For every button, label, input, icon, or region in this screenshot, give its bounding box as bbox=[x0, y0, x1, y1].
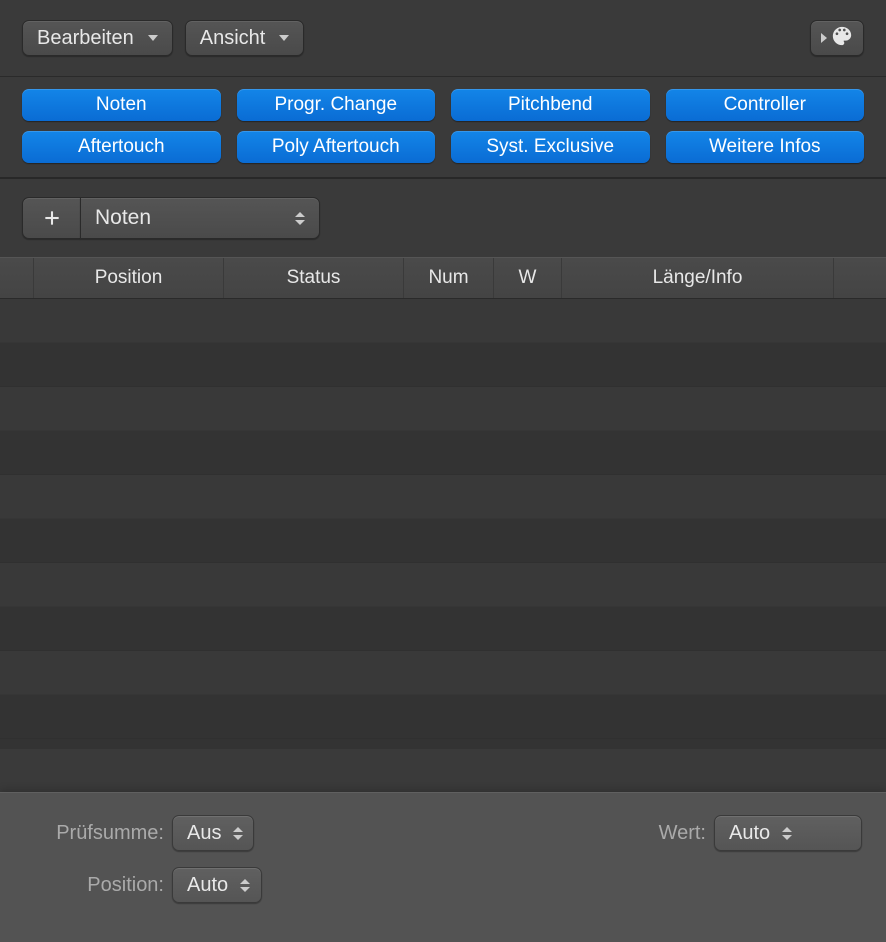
edit-menu-label: Bearbeiten bbox=[37, 27, 134, 50]
checksum-label: Prüfsumme: bbox=[24, 822, 164, 845]
plus-icon bbox=[42, 208, 62, 228]
filter-progr-change[interactable]: Progr. Change bbox=[237, 89, 436, 121]
table-header: Position Status Num W Länge/Info bbox=[0, 257, 886, 299]
updown-icon bbox=[782, 827, 792, 840]
filter-syst-exclusive[interactable]: Syst. Exclusive bbox=[451, 131, 650, 163]
chevron-right-icon bbox=[821, 33, 827, 43]
table-header-num[interactable]: Num bbox=[404, 258, 494, 298]
table-row[interactable] bbox=[0, 475, 886, 519]
color-palette-button[interactable] bbox=[810, 20, 864, 56]
add-event-section: Noten bbox=[0, 179, 886, 257]
table-row[interactable] bbox=[0, 387, 886, 431]
table-header-length[interactable]: Länge/Info bbox=[562, 258, 834, 298]
updown-icon bbox=[295, 212, 305, 225]
chevron-down-icon bbox=[279, 35, 289, 41]
table-header-position[interactable]: Position bbox=[34, 258, 224, 298]
view-menu[interactable]: Ansicht bbox=[185, 20, 305, 56]
table-row[interactable] bbox=[0, 695, 886, 739]
event-filter-section: Noten Progr. Change Pitchbend Controller… bbox=[0, 77, 886, 179]
table-row[interactable] bbox=[0, 519, 886, 563]
position-value: Auto bbox=[187, 874, 228, 897]
value-select[interactable]: Auto bbox=[714, 815, 862, 851]
top-toolbar: Bearbeiten Ansicht bbox=[0, 0, 886, 77]
value-value: Auto bbox=[729, 822, 770, 845]
event-type-select[interactable]: Noten bbox=[80, 197, 320, 239]
filter-pitchbend[interactable]: Pitchbend bbox=[451, 89, 650, 121]
table-header-checkbox[interactable] bbox=[0, 258, 34, 298]
table-row[interactable] bbox=[0, 563, 886, 607]
event-type-label: Noten bbox=[95, 206, 295, 230]
updown-icon bbox=[240, 879, 250, 892]
view-menu-label: Ansicht bbox=[200, 27, 266, 50]
table-header-w[interactable]: W bbox=[494, 258, 562, 298]
checksum-value: Aus bbox=[187, 822, 221, 845]
table-header-status[interactable]: Status bbox=[224, 258, 404, 298]
add-event-button[interactable] bbox=[22, 197, 80, 239]
value-label: Wert: bbox=[659, 822, 706, 845]
table-row[interactable] bbox=[0, 607, 886, 651]
filter-aftertouch[interactable]: Aftertouch bbox=[22, 131, 221, 163]
table-row[interactable] bbox=[0, 431, 886, 475]
position-label: Position: bbox=[24, 874, 164, 897]
chevron-down-icon bbox=[148, 35, 158, 41]
table-row[interactable] bbox=[0, 343, 886, 387]
table-header-end[interactable] bbox=[834, 258, 886, 298]
checksum-select[interactable]: Aus bbox=[172, 815, 254, 851]
filter-noten[interactable]: Noten bbox=[22, 89, 221, 121]
table-row[interactable] bbox=[0, 299, 886, 343]
filter-poly-aftertouch[interactable]: Poly Aftertouch bbox=[237, 131, 436, 163]
edit-menu[interactable]: Bearbeiten bbox=[22, 20, 173, 56]
filter-controller[interactable]: Controller bbox=[666, 89, 865, 121]
footer: Prüfsumme: Aus Wert: Auto Positio bbox=[0, 792, 886, 942]
filter-weitere-infos[interactable]: Weitere Infos bbox=[666, 131, 865, 163]
palette-icon bbox=[831, 25, 853, 52]
table-body bbox=[0, 299, 886, 749]
event-table: Position Status Num W Länge/Info bbox=[0, 257, 886, 749]
updown-icon bbox=[233, 827, 243, 840]
table-row[interactable] bbox=[0, 651, 886, 695]
position-select[interactable]: Auto bbox=[172, 867, 262, 903]
